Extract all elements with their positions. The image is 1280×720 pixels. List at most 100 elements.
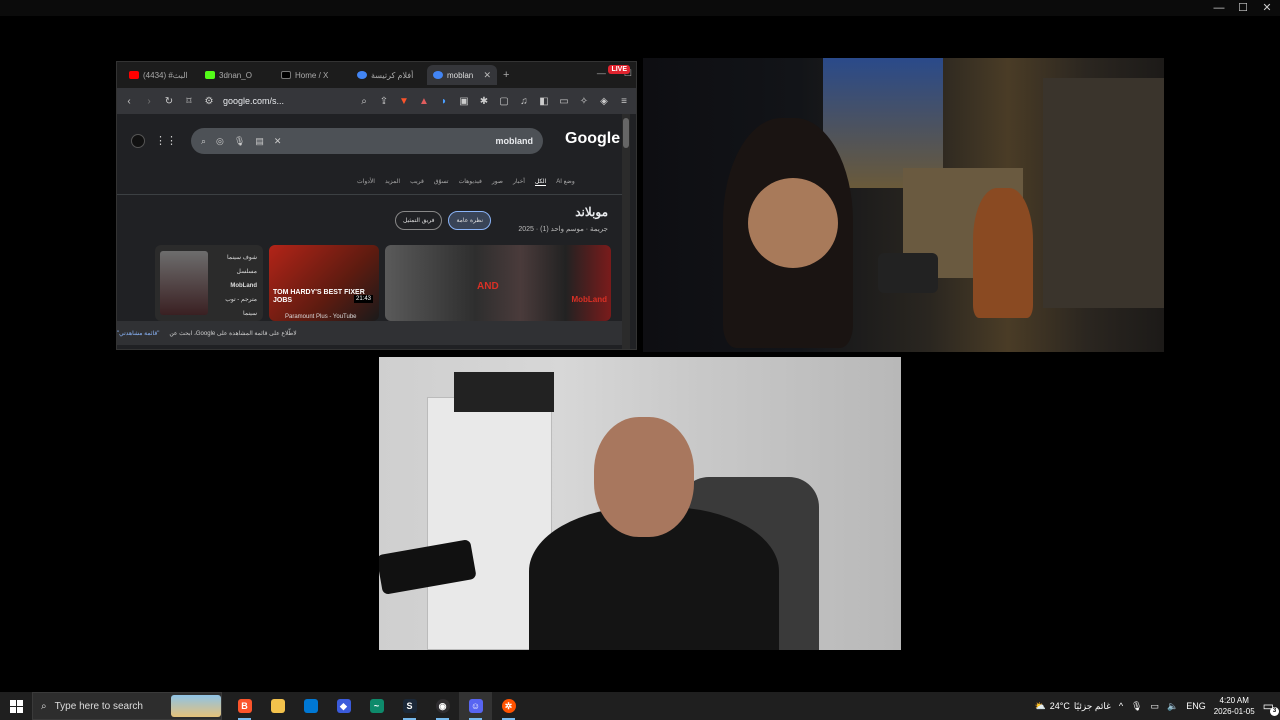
tab-tools[interactable]: الأدوات [357, 178, 375, 186]
forward-icon[interactable]: › [143, 96, 155, 107]
wallet-icon[interactable]: ▭ [558, 96, 570, 107]
google-icon [433, 71, 443, 79]
language-indicator[interactable]: ENG [1186, 701, 1206, 711]
card-line: شوف سينما [227, 255, 257, 261]
google-logo[interactable]: Google [565, 130, 620, 148]
taskbar-app-obs[interactable]: ◉ [426, 692, 459, 720]
watchlist-footer: لاطّلاع على قائمة المشاهدة على Google، ا… [117, 321, 630, 345]
search-highlight-image[interactable] [171, 695, 221, 717]
tab-shopping[interactable]: تسوّق [434, 178, 449, 186]
image-text-and: AND [477, 281, 499, 292]
rewards-icon[interactable]: ▲ [418, 96, 430, 107]
taskbar-search[interactable]: ⌕ Type here to search [32, 692, 222, 720]
search-placeholder: Type here to search [54, 700, 143, 712]
search-icon[interactable]: ⌕ [201, 136, 206, 147]
chevron-up-icon[interactable]: ^ [1119, 701, 1123, 711]
extension-icon-2[interactable]: ▣ [458, 96, 470, 107]
clear-icon[interactable]: ✕ [274, 136, 282, 147]
taskbar-app-steam[interactable]: S [393, 692, 426, 720]
leo-icon[interactable]: ✧ [578, 96, 590, 107]
person-1-face [748, 178, 838, 268]
taskbar: ⌕ Type here to search B ◆ ~ S ◉ ☺ ✲ ⛅ 24… [0, 692, 1280, 720]
kick-icon [205, 71, 215, 79]
tab-kick[interactable]: 3dnan_O [199, 65, 275, 85]
card-line: مسلسل [236, 269, 257, 275]
share-icon[interactable]: ⇪ [378, 96, 390, 107]
site-info-icon[interactable]: ⚙ [203, 96, 215, 107]
taskbar-app-discord[interactable]: ☺ [459, 692, 492, 720]
tab-images[interactable]: صور [492, 178, 503, 186]
tab-youtube[interactable]: (4434) #البث [123, 65, 199, 85]
avatar[interactable] [131, 134, 145, 148]
tab-label: 3dnan_O [219, 70, 252, 80]
taskbar-app-blue[interactable]: ◆ [327, 692, 360, 720]
bookmark-icon[interactable]: ⌑ [183, 96, 195, 107]
lens-icon[interactable]: ◎ [216, 136, 224, 147]
minimize-button[interactable]: — [1212, 1, 1226, 15]
video-card[interactable]: TOM HARDY'S BEST FIXER JOBS 21:43 Paramo… [269, 245, 379, 321]
x-icon [281, 71, 291, 79]
extension-icon-3[interactable]: ▢ [498, 96, 510, 107]
new-tab-icon[interactable]: + [503, 69, 509, 81]
tab-ai-mode[interactable]: وضع AI [556, 178, 575, 186]
partly-cloudy-icon: ⛅ [1034, 700, 1046, 711]
poster-card[interactable]: شوف سينما مسلسل MobLand مترجم - توب سينم… [155, 245, 263, 321]
back-icon[interactable]: ‹ [123, 96, 135, 107]
vpn-icon[interactable]: ◈ [598, 96, 610, 107]
taskbar-app-brave[interactable]: B [228, 692, 261, 720]
notification-icon[interactable]: ▭ 3 [1263, 699, 1279, 716]
tab-x[interactable]: Home / X [275, 65, 351, 85]
mic-icon[interactable]: 🎙 [234, 136, 245, 147]
boxes-on-wardrobe [454, 372, 554, 412]
close-button[interactable]: ✕ [1260, 1, 1274, 15]
close-tab-icon[interactable]: ✕ [483, 70, 491, 81]
watchlist-link[interactable]: "قائمة مشاهدتي" [117, 330, 159, 337]
tab-videos[interactable]: فيديوهات [459, 178, 482, 186]
folder-icon [270, 699, 285, 713]
weather-widget[interactable]: ⛅ 24°C غائم جزئيًا [1035, 701, 1111, 712]
tab-label: (4434) #البث [143, 70, 188, 80]
taskbar-app-store[interactable] [294, 692, 327, 720]
start-button[interactable] [0, 692, 32, 720]
music-icon[interactable]: ♫ [518, 96, 530, 107]
cast-button[interactable]: فريق التمثيل [395, 211, 443, 230]
steelseries-icon: ✲ [501, 699, 516, 713]
footer-text: لاطّلاع على قائمة المشاهدة على Google، ا… [169, 330, 297, 337]
extension-icon-1[interactable]: ◗ [438, 96, 450, 107]
volume-icon[interactable]: 🔈 [1167, 701, 1178, 712]
search-box[interactable]: ⌕ ◎ 🎙 ▤ ✕ mobland [191, 128, 543, 154]
network-icon[interactable]: ▭ [1150, 701, 1159, 712]
browser-minimize-icon[interactable]: — [597, 68, 606, 79]
maximize-button[interactable]: ☐ [1236, 1, 1250, 15]
taskbar-app-steelseries[interactable]: ✲ [492, 692, 525, 720]
google-icon [357, 71, 367, 79]
page-scrollbar[interactable] [622, 114, 630, 349]
brave-icon: B [237, 699, 252, 713]
zoom-icon[interactable]: ⌕ [358, 96, 370, 107]
taskbar-app-explorer[interactable] [261, 692, 294, 720]
reload-icon[interactable]: ↻ [163, 96, 175, 107]
clock[interactable]: 4:20 AM 2026-01-05 [1214, 695, 1255, 717]
search-query[interactable]: mobland [496, 136, 534, 146]
overview-button[interactable]: نظرة عامة [448, 211, 492, 230]
menu-icon[interactable]: ≡ [618, 96, 630, 107]
apps-grid-icon[interactable]: ⋮⋮ [155, 134, 177, 147]
taskbar-app-terminal[interactable]: ~ [360, 692, 393, 720]
scrollbar-thumb[interactable] [623, 118, 629, 148]
tab-google-1[interactable]: أفلام كرتيسة [351, 65, 427, 85]
tab-mobland[interactable]: moblan ✕ [427, 65, 497, 85]
taskbar-apps: B ◆ ~ S ◉ ☺ ✲ [228, 692, 525, 720]
terminal-icon: ~ [369, 699, 384, 713]
tab-label: moblan [447, 70, 474, 80]
tab-all[interactable]: الكل [534, 178, 547, 186]
address-bar[interactable]: google.com/s... [223, 96, 350, 106]
microphone-icon[interactable]: 🎙 [1131, 701, 1142, 712]
extensions-icon[interactable]: ✱ [478, 96, 490, 107]
tab-nearby[interactable]: قريب [410, 178, 424, 186]
brave-shield-icon[interactable]: ▼ [398, 96, 410, 107]
sidebar-icon[interactable]: ◧ [538, 96, 550, 107]
tab-more[interactable]: المزيد [385, 178, 400, 186]
tab-news[interactable]: أخبار [513, 178, 525, 186]
keyboard-icon[interactable]: ▤ [255, 136, 264, 147]
image-strip[interactable]: AND MobLand [385, 245, 611, 321]
